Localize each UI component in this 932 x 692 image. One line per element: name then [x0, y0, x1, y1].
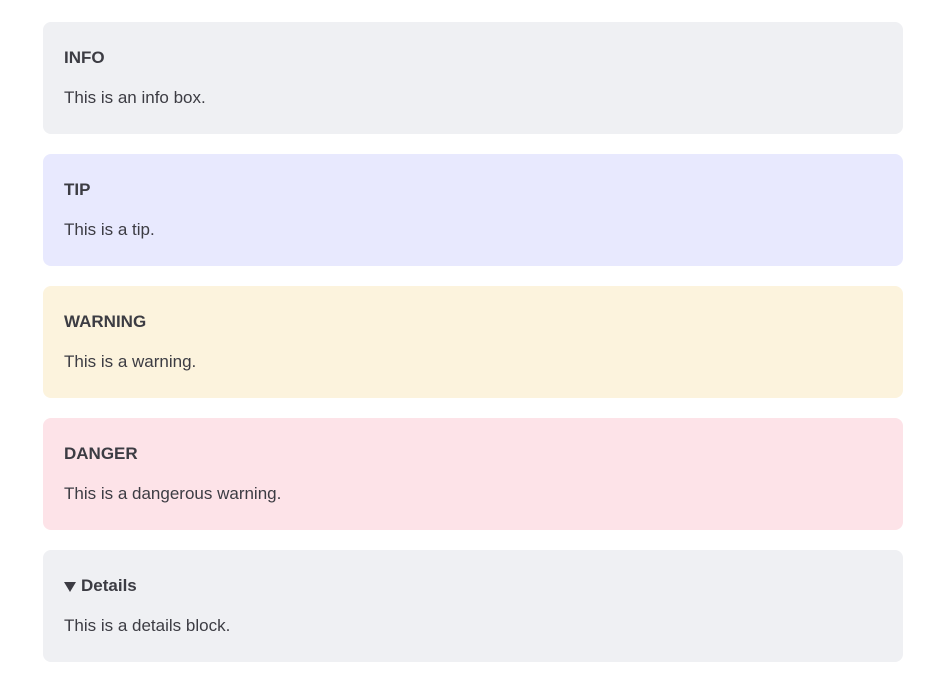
callout-stack: INFO This is an info box. TIP This is a …	[43, 22, 903, 682]
details-summary[interactable]: Details	[64, 574, 882, 598]
tip-box: TIP This is a tip.	[43, 154, 903, 266]
details-box: Details This is a details block.	[43, 550, 903, 662]
danger-box: DANGER This is a dangerous warning.	[43, 418, 903, 530]
info-box-text: This is an info box.	[64, 88, 206, 107]
details-summary-label: Details	[81, 576, 137, 595]
tip-box-text: This is a tip.	[64, 220, 155, 239]
caret-down-icon	[64, 581, 76, 592]
info-box: INFO This is an info box.	[43, 22, 903, 134]
warning-box: WARNING This is a warning.	[43, 286, 903, 398]
details-box-text: This is a details block.	[64, 616, 231, 635]
danger-box-title: DANGER	[64, 444, 138, 463]
tip-box-title: TIP	[64, 180, 91, 199]
warning-box-title: WARNING	[64, 312, 147, 331]
info-box-title: INFO	[64, 48, 105, 67]
warning-box-text: This is a warning.	[64, 352, 197, 371]
danger-box-text: This is a dangerous warning.	[64, 484, 282, 503]
